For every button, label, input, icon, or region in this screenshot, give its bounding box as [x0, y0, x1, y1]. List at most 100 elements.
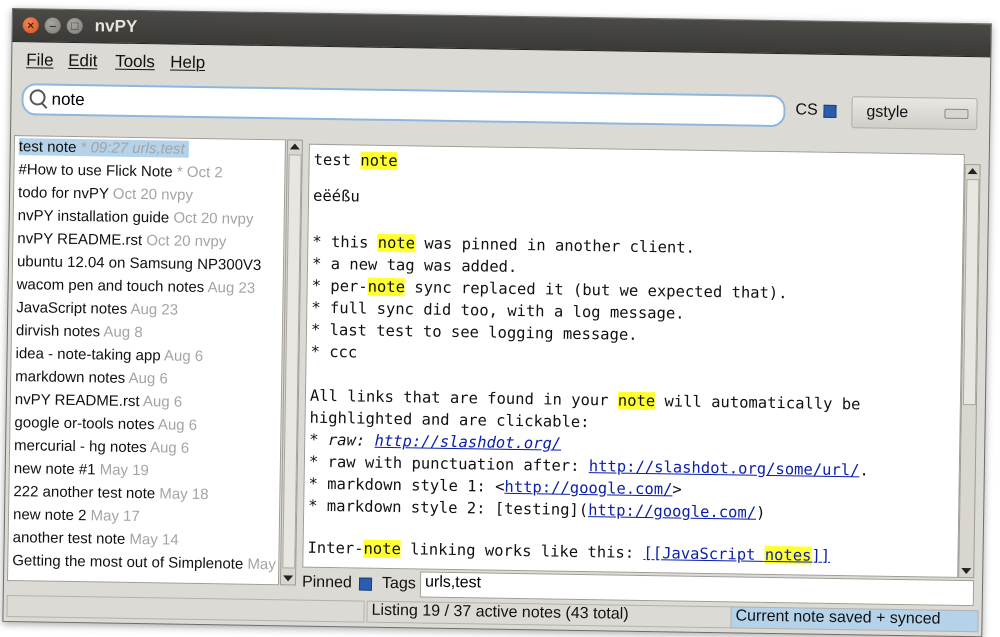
note-meta: Aug 6 [154, 416, 197, 434]
list-item[interactable]: test note * 09:27 urls,test [19, 138, 189, 158]
list-item[interactable]: new note #1 May 19 [14, 460, 149, 479]
note-title: nvPY installation guide [18, 207, 170, 226]
note-meta: Oct 20 nvpy [169, 209, 253, 227]
note-meta: Aug 23 [127, 301, 178, 319]
case-sensitive-label: CS [795, 101, 818, 119]
list-item[interactable]: Getting the most out of Simplenote May [12, 552, 276, 573]
list-item[interactable]: wacom pen and touch notes Aug 23 [17, 276, 256, 297]
tags-label: Tags [382, 575, 416, 594]
note-title: todo for nvPY [18, 184, 109, 202]
menu-tools[interactable]: Tools [115, 52, 155, 73]
link-text[interactable]: http://slashdot.org/ [374, 432, 561, 453]
editor-line: * markdown style 2: [testing](http://goo… [308, 497, 766, 522]
list-item[interactable]: nvPY installation guide Oct 20 nvpy [18, 207, 254, 228]
note-title: mercurial - hg notes [14, 437, 147, 456]
note-title: new note 2 [13, 506, 87, 524]
case-sensitive-checkbox[interactable] [823, 105, 836, 118]
link-text[interactable]: [[JavaScript [643, 544, 765, 564]
note-meta: Aug 6 [161, 347, 204, 365]
list-item[interactable]: todo for nvPY Oct 20 nvpy [18, 184, 193, 204]
scroll-down-icon[interactable] [283, 575, 293, 581]
scroll-up-icon[interactable] [968, 168, 978, 174]
window-title: nvPY [95, 16, 138, 37]
note-title: JavaScript notes [16, 299, 127, 318]
note-meta: Aug 8 [100, 323, 143, 341]
list-item[interactable]: another test note May 14 [13, 529, 179, 549]
list-item[interactable]: JavaScript notes Aug 23 [16, 299, 178, 319]
note-title: google or-tools notes [14, 414, 154, 433]
link-text[interactable]: http://google.com/ [504, 478, 672, 499]
editor-line: * full sync did too, with a log message. [311, 299, 685, 323]
search-icon [29, 89, 45, 105]
note-title: dirvish notes [16, 322, 100, 340]
editor-line: * last test to see logging message. [311, 321, 638, 344]
scrollbar-thumb[interactable] [282, 154, 302, 568]
editor-line: highlighted and are clickable: [309, 409, 589, 431]
list-item[interactable]: mercurial - hg notes Aug 6 [14, 437, 189, 457]
list-item[interactable]: idea - note-taking app Aug 6 [15, 345, 203, 365]
list-item[interactable]: google or-tools notes Aug 6 [14, 414, 197, 434]
scroll-down-icon[interactable] [961, 568, 971, 574]
note-title: wacom pen and touch notes [17, 276, 205, 296]
list-item[interactable]: #How to use Flick Note * Oct 2 [18, 161, 223, 181]
note-meta: Aug 6 [125, 370, 168, 388]
note-editor[interactable]: test note eëéßu * this note was pinned i… [302, 144, 965, 578]
link-text[interactable]: http://google.com/ [588, 501, 756, 522]
pinned-label: Pinned [302, 574, 352, 593]
list-item[interactable]: nvPY README.rst Aug 6 [15, 391, 183, 411]
note-title: idea - note-taking app [15, 345, 160, 364]
editor-line: eëéßu [313, 187, 360, 206]
editor-line: * a new tag was added. [312, 255, 518, 276]
editor-line: * raw: http://slashdot.org/ [309, 431, 561, 453]
list-item[interactable]: new note 2 May 17 [13, 506, 140, 525]
status-sync: Current note saved + synced [730, 606, 978, 632]
note-title: new note #1 [14, 460, 96, 478]
app-window: × – □ nvPY File Edit Tools Help CS gstyl… [2, 8, 992, 637]
close-icon[interactable]: × [23, 17, 39, 33]
menu-file[interactable]: File [26, 50, 54, 70]
link-text[interactable]: http://slashdot.org/some/url/ [589, 457, 860, 479]
search-box[interactable] [21, 83, 785, 127]
note-title: markdown notes [15, 368, 125, 387]
note-title: nvPY README.rst [15, 391, 140, 410]
note-list: test note * 09:27 urls,test #How to use … [7, 135, 286, 585]
menu-help[interactable]: Help [170, 52, 205, 73]
list-item[interactable]: markdown notes Aug 6 [15, 368, 168, 387]
note-title: #How to use Flick Note [18, 161, 172, 180]
maximize-icon[interactable]: □ [67, 18, 83, 34]
scrollbar-thumb[interactable] [963, 179, 980, 405]
note-title: ubuntu 12.04 on Samsung NP300V3 [17, 253, 262, 274]
note-meta: May 18 [155, 485, 209, 503]
status-listing: Listing 19 / 37 active notes (43 total) [366, 601, 732, 629]
list-item[interactable]: nvPY README.rst Oct 20 nvpy [17, 230, 226, 250]
status-blank-cell [6, 595, 364, 623]
list-item[interactable]: 222 another test note May 18 [13, 483, 208, 503]
list-item[interactable]: dirvish notes Aug 8 [16, 322, 143, 341]
list-item[interactable]: ubuntu 12.04 on Samsung NP300V3 [17, 253, 262, 274]
note-meta: Aug 23 [204, 279, 255, 297]
note-meta: Oct 20 nvpy [142, 232, 226, 250]
editor-line: * per-note sync replaced it (but we expe… [312, 277, 788, 302]
menu-edit[interactable]: Edit [68, 51, 98, 71]
editor-line: * this note was pinned in another client… [312, 233, 695, 257]
note-meta: * Oct 2 [173, 164, 223, 182]
note-title: another test note [13, 529, 126, 548]
editor-line: * markdown style 1: <http://google.com/> [308, 475, 682, 499]
note-meta: May 19 [95, 461, 149, 479]
note-title: nvPY README.rst [17, 230, 142, 249]
note-meta: May [243, 556, 276, 574]
pinned-checkbox[interactable] [359, 578, 372, 591]
note-meta: * 09:27 urls,test [76, 139, 185, 158]
note-title: 222 another test note [13, 483, 155, 502]
note-meta: May 17 [86, 507, 140, 525]
scroll-up-icon[interactable] [290, 143, 300, 149]
editor-line: Inter-note linking works like this: [[Ja… [307, 539, 830, 565]
search-input[interactable] [49, 88, 773, 123]
editor-line: * ccc [310, 343, 357, 362]
style-dropdown[interactable]: gstyle [851, 96, 977, 130]
note-title: Getting the most out of Simplenote [12, 552, 243, 573]
note-meta: May 14 [125, 531, 179, 549]
style-dropdown-value: gstyle [866, 103, 908, 122]
minimize-icon[interactable]: – [45, 18, 61, 34]
dropdown-handle-icon [944, 109, 968, 119]
